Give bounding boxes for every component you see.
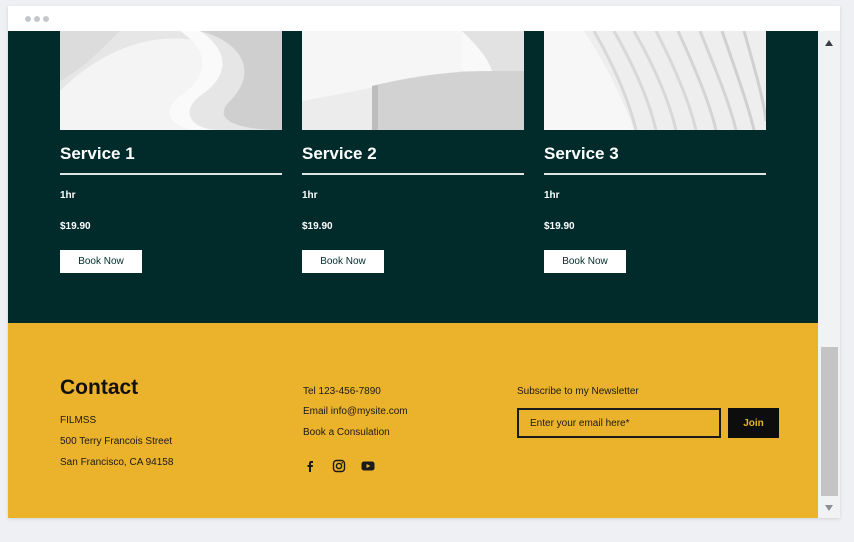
city-address: San Francisco, CA 94158 xyxy=(60,457,174,468)
email-link[interactable]: Email info@mysite.com xyxy=(303,406,408,417)
company-name: FILMSS xyxy=(60,415,97,426)
services-section: Service 1 1hr $19.90 Book Now Service 2 … xyxy=(8,31,818,323)
book-now-button[interactable]: Book Now xyxy=(544,250,626,273)
book-now-button[interactable]: Book Now xyxy=(302,250,384,273)
service-card: Service 3 1hr $19.90 Book Now xyxy=(544,31,766,273)
phone-text: Tel 123-456-7890 xyxy=(303,386,381,397)
scroll-thumb[interactable] xyxy=(821,347,838,496)
service-duration: 1hr xyxy=(60,190,76,201)
contact-title: Contact xyxy=(60,376,139,399)
service-image xyxy=(544,31,766,130)
scroll-up-arrow-icon[interactable] xyxy=(825,40,833,46)
service-card: Service 1 1hr $19.90 Book Now xyxy=(60,31,282,273)
service-price: $19.90 xyxy=(302,221,333,232)
newsletter-label: Subscribe to my Newsletter xyxy=(517,386,639,397)
title-bar xyxy=(8,6,840,31)
book-now-button[interactable]: Book Now xyxy=(60,250,142,273)
service-card: Service 2 1hr $19.90 Book Now xyxy=(302,31,524,273)
divider xyxy=(544,173,766,175)
vertical-scrollbar[interactable] xyxy=(818,31,840,518)
service-name: Service 3 xyxy=(544,144,619,163)
newsletter-email-input[interactable] xyxy=(517,408,721,438)
divider xyxy=(302,173,524,175)
service-duration: 1hr xyxy=(544,190,560,201)
page-viewport: Service 1 1hr $19.90 Book Now Service 2 … xyxy=(8,31,818,518)
facebook-icon[interactable] xyxy=(303,459,317,473)
youtube-icon[interactable] xyxy=(361,459,375,473)
social-links xyxy=(303,459,375,473)
browser-window: Service 1 1hr $19.90 Book Now Service 2 … xyxy=(8,6,840,518)
book-consultation-link[interactable]: Book a Consulation xyxy=(303,427,390,438)
window-controls[interactable] xyxy=(25,16,49,22)
service-price: $19.90 xyxy=(60,221,91,232)
service-name: Service 1 xyxy=(60,144,135,163)
service-duration: 1hr xyxy=(302,190,318,201)
instagram-icon[interactable] xyxy=(332,459,346,473)
divider xyxy=(60,173,282,175)
service-image xyxy=(60,31,282,130)
street-address: 500 Terry Francois Street xyxy=(60,436,173,447)
scroll-down-arrow-icon[interactable] xyxy=(825,505,833,511)
window-dot[interactable] xyxy=(25,16,31,22)
service-name: Service 2 xyxy=(302,144,377,163)
window-dot[interactable] xyxy=(43,16,49,22)
contact-footer: Contact FILMSS 500 Terry Francois Street… xyxy=(8,323,818,518)
service-price: $19.90 xyxy=(544,221,575,232)
service-image xyxy=(302,31,524,130)
join-button[interactable]: Join xyxy=(728,408,779,438)
window-dot[interactable] xyxy=(34,16,40,22)
